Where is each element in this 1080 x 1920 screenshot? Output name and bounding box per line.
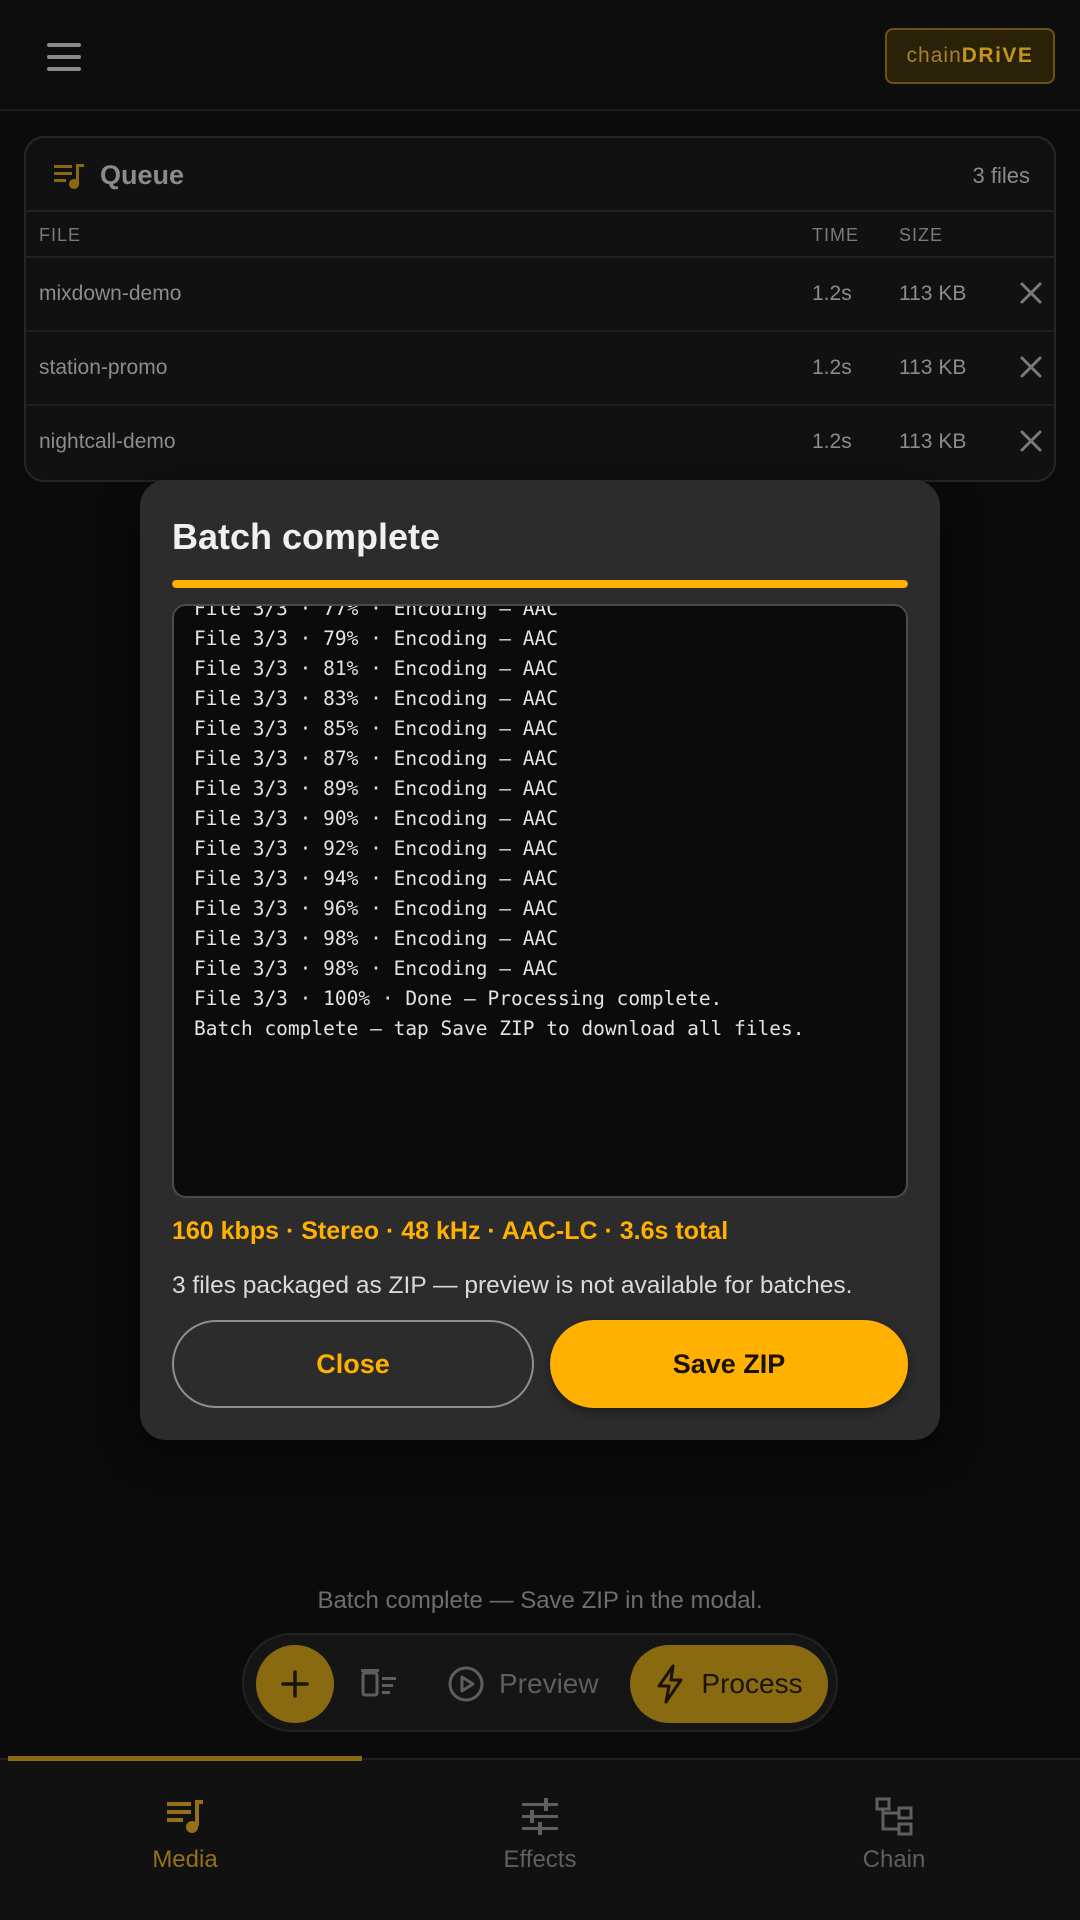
- row-file-name: nightcall-demo: [39, 430, 176, 453]
- remove-icon[interactable]: [1018, 354, 1044, 380]
- remove-icon[interactable]: [1018, 428, 1044, 454]
- log-line: File 3/3 · 98% · Encoding — AAC: [194, 957, 558, 980]
- log-line: File 3/3 · 85% · Encoding — AAC: [194, 717, 558, 740]
- log-line: File 3/3 · 90% · Encoding — AAC: [194, 807, 558, 830]
- plus-icon: [281, 1670, 309, 1698]
- table-row[interactable]: mixdown-demo 1.2s 113 KB: [26, 258, 1054, 332]
- column-file: FILE: [39, 225, 82, 245]
- hamburger-icon-line: [47, 55, 81, 59]
- status-text: Batch complete — Save ZIP in the modal.: [317, 1587, 763, 1614]
- hamburger-icon-line: [47, 67, 81, 71]
- hamburger-icon: [47, 43, 81, 47]
- process-button[interactable]: Process: [630, 1645, 828, 1723]
- clear-queue-icon[interactable]: [360, 1665, 398, 1703]
- queue-panel: Queue 3 files FILE TIME SIZE mixdown-dem…: [24, 136, 1056, 482]
- queue-music-icon: [54, 164, 84, 189]
- nav-tab-effects[interactable]: Effects: [360, 1796, 720, 1874]
- nav-tab-media[interactable]: Media: [5, 1796, 365, 1874]
- play-circle-icon: [448, 1666, 484, 1702]
- log-line: File 3/3 · 79% · Encoding — AAC: [194, 627, 558, 650]
- log-line: File 3/3 · 96% · Encoding — AAC: [194, 897, 558, 920]
- queue-title: Queue: [100, 160, 185, 190]
- log-line: File 3/3 · 94% · Encoding — AAC: [194, 867, 558, 890]
- log-line: File 3/3 · 89% · Encoding — AAC: [194, 777, 558, 800]
- lightning-icon: [657, 1664, 683, 1704]
- row-size: 113 KB: [899, 356, 967, 379]
- chain-tree-icon: [875, 1797, 913, 1836]
- row-file-name: mixdown-demo: [39, 282, 182, 305]
- nav-effects-label: Effects: [503, 1846, 577, 1873]
- queue-file-count: 3 files: [972, 163, 1030, 188]
- row-file-name: station-promo: [39, 356, 168, 379]
- row-size: 113 KB: [899, 430, 967, 453]
- remove-icon[interactable]: [1018, 280, 1044, 306]
- nav-media-label: Media: [152, 1846, 218, 1873]
- preview-button[interactable]: Preview: [447, 1653, 599, 1715]
- queue-music-icon: [167, 1800, 203, 1833]
- modal-title: Batch complete: [172, 516, 441, 557]
- brand-part-1: chain: [906, 44, 962, 67]
- row-time: 1.2s: [812, 430, 852, 453]
- active-tab-indicator: [8, 1756, 362, 1761]
- log-line: File 3/3 · 100% · Done — Processing comp…: [194, 987, 723, 1010]
- log-line: File 3/3 · 92% · Encoding — AAC: [194, 837, 558, 860]
- sliders-icon: [522, 1798, 558, 1835]
- queue-column-headers: FILE TIME SIZE: [26, 212, 1054, 258]
- action-bar: Preview Process: [242, 1633, 838, 1732]
- progress-bar: [172, 580, 908, 588]
- brand-part-2: DRiVE: [961, 44, 1034, 67]
- row-time: 1.2s: [812, 282, 852, 305]
- app-root: chain DRiVE Queue 3 files FILE TIME SIZE …: [0, 0, 1080, 1920]
- batch-complete-modal: Batch complete File 3/3 · 77% · Encoding…: [140, 480, 940, 1440]
- table-row[interactable]: nightcall-demo 1.2s 113 KB: [26, 406, 1054, 480]
- log-line: File 3/3 · 77% · Encoding — AAC: [194, 604, 558, 620]
- preview-label: Preview: [499, 1668, 599, 1699]
- save-zip-button[interactable]: Save ZIP: [550, 1320, 908, 1408]
- log-line: File 3/3 · 87% · Encoding — AAC: [194, 747, 558, 770]
- log-lines: File 3/3 · 77% · Encoding — AAC File 3/3 …: [194, 604, 896, 1044]
- log-line: File 3/3 · 81% · Encoding — AAC: [194, 657, 558, 680]
- bottom-nav: Media Effects Chain: [0, 1756, 1080, 1920]
- top-bar: chain DRiVE: [0, 0, 1080, 111]
- output-format-summary: 160 kbps · Stereo · 48 kHz · AAC-LC · 3.…: [172, 1217, 729, 1245]
- processing-log[interactable]: File 3/3 · 77% · Encoding — AAC File 3/3 …: [172, 604, 908, 1198]
- add-file-button[interactable]: [256, 1645, 334, 1723]
- nav-tab-chain[interactable]: Chain: [714, 1796, 1074, 1874]
- menu-button[interactable]: [36, 34, 92, 80]
- queue-header: Queue 3 files: [26, 138, 1054, 212]
- row-time: 1.2s: [812, 356, 852, 379]
- brand-logo[interactable]: chain DRiVE: [885, 28, 1055, 84]
- column-time: TIME: [812, 225, 859, 245]
- nav-chain-label: Chain: [862, 1846, 926, 1873]
- zip-note: 3 files packaged as ZIP — preview is not…: [172, 1272, 853, 1299]
- row-size: 113 KB: [899, 282, 967, 305]
- log-line: File 3/3 · 98% · Encoding — AAC: [194, 927, 558, 950]
- progress-bar-fill: [172, 580, 908, 588]
- table-row[interactable]: station-promo 1.2s 113 KB: [26, 332, 1054, 406]
- column-size: SIZE: [899, 225, 944, 245]
- process-label: Process: [701, 1668, 803, 1699]
- close-button[interactable]: Close: [172, 1320, 534, 1408]
- log-line: Batch complete — tap Save ZIP to downloa…: [194, 1017, 805, 1040]
- log-line: File 3/3 · 83% · Encoding — AAC: [194, 687, 558, 710]
